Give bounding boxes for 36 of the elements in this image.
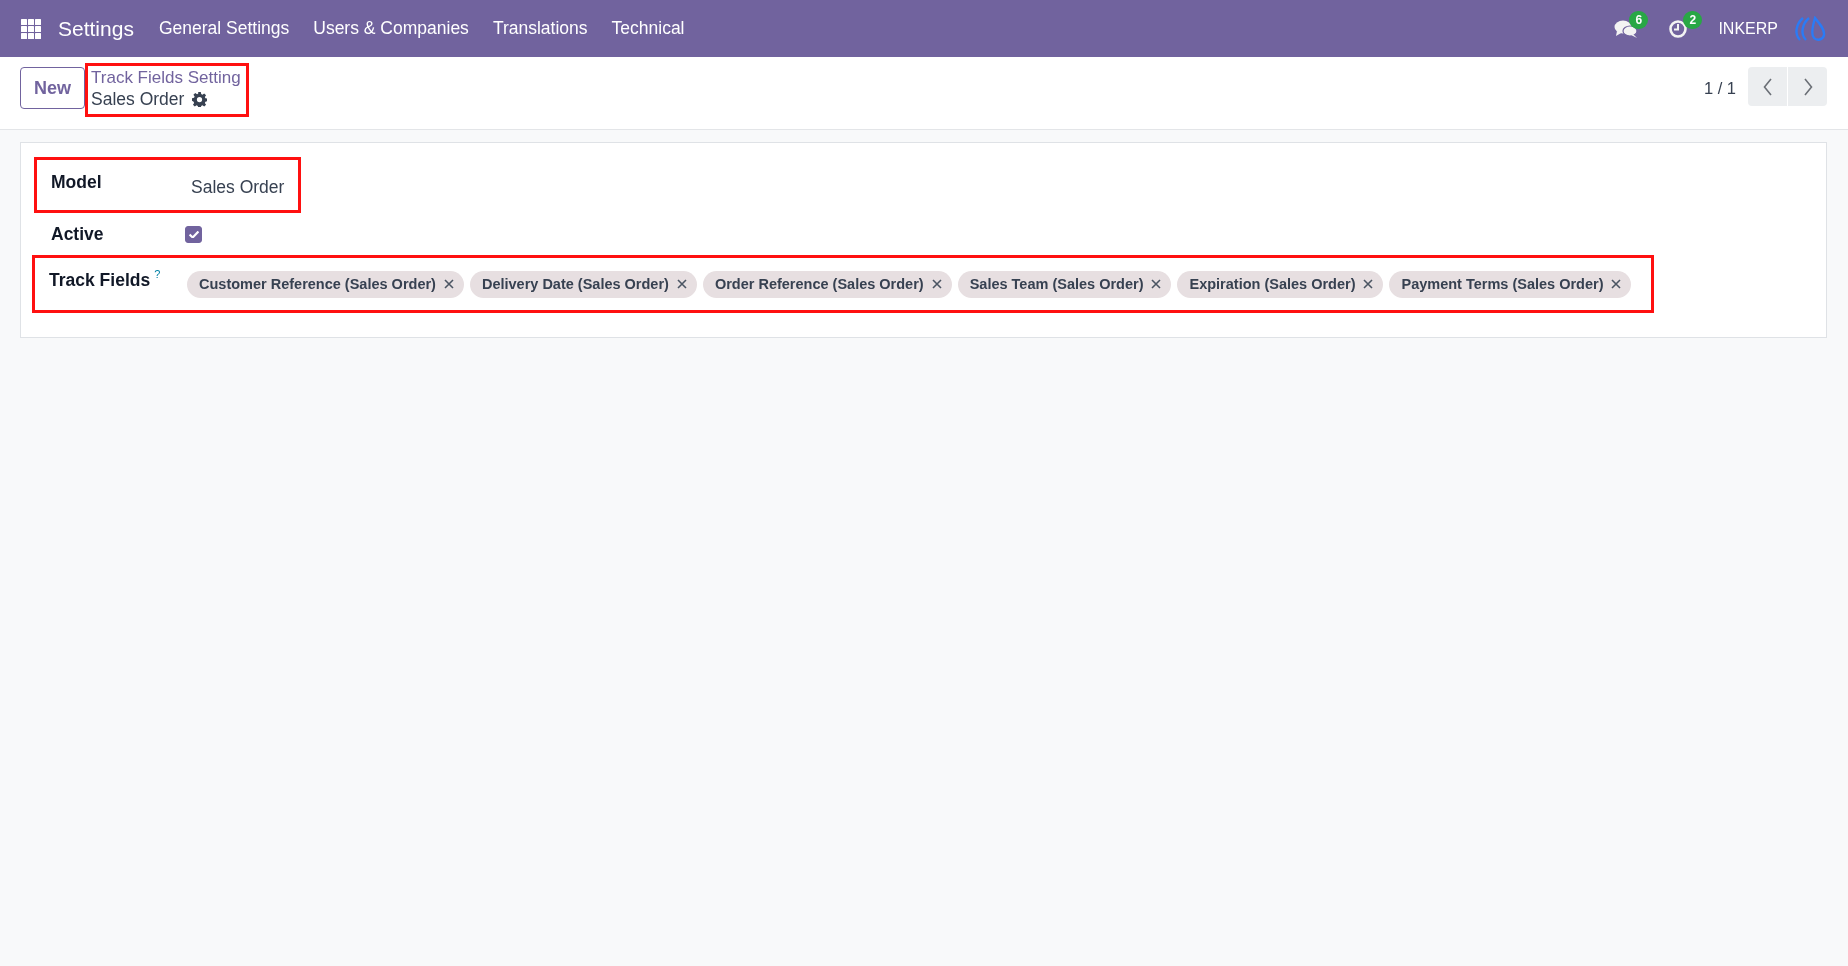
close-icon[interactable]: [676, 279, 687, 289]
tag-label: Sales Team (Sales Order): [969, 276, 1144, 292]
breadcrumb-current: Sales Order: [91, 89, 185, 110]
new-button[interactable]: New: [20, 67, 85, 109]
chevron-left-icon: [1762, 77, 1773, 96]
menu-item[interactable]: Technical: [611, 18, 685, 39]
message-count-badge: 6: [1629, 10, 1649, 29]
clock-icon[interactable]: [1668, 18, 1689, 39]
tag-label: Customer Reference (Sales Order): [199, 276, 436, 292]
menu-item[interactable]: Translations: [492, 18, 588, 39]
checkmark-icon: [188, 230, 199, 238]
field-label: Model: [51, 172, 102, 193]
tag-label: Expiration (Sales Order): [1189, 276, 1356, 292]
gear-icon[interactable]: [192, 92, 208, 107]
menu-item[interactable]: Users & Companies: [313, 18, 469, 39]
field-label: Active: [51, 223, 104, 245]
close-icon[interactable]: [1363, 279, 1374, 289]
pager-value: 1 / 1: [1703, 79, 1736, 98]
tag-label: Payment Terms (Sales Order): [1401, 276, 1604, 292]
company-name[interactable]: INKERP: [1718, 19, 1778, 38]
close-icon[interactable]: [1611, 279, 1622, 289]
close-icon[interactable]: [1151, 279, 1162, 289]
activity-count-badge: 2: [1683, 10, 1703, 29]
app-grid-icon[interactable]: [21, 18, 41, 39]
breadcrumb-link[interactable]: Track Fields Setting: [91, 68, 241, 88]
checkbox[interactable]: [185, 225, 202, 243]
close-icon[interactable]: [931, 279, 942, 289]
tag-label: Delivery Date (Sales Order): [481, 276, 669, 292]
app-name[interactable]: Settings: [58, 16, 134, 41]
tag-label: Order Reference (Sales Order): [714, 276, 924, 292]
help-mark[interactable]: ?: [154, 268, 161, 280]
field-label: Track Fields: [49, 270, 151, 291]
field-value: Sales Order: [191, 176, 285, 198]
chevron-right-icon: [1802, 77, 1813, 96]
menu-item[interactable]: General Settings: [158, 18, 290, 39]
close-icon[interactable]: [443, 279, 454, 289]
